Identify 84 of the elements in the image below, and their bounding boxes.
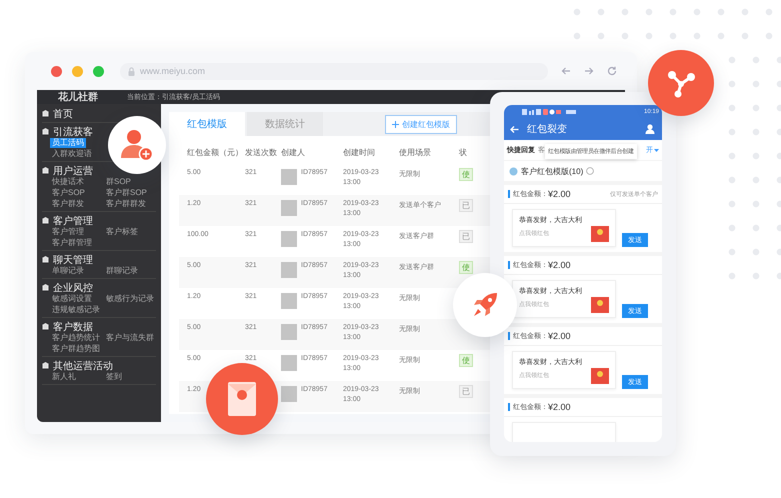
amount-value: ¥2.00 xyxy=(548,402,571,412)
amount-value: ¥2.00 xyxy=(548,331,571,341)
sidebar-item[interactable]: 客户群SOP xyxy=(104,188,149,198)
status-tag: 使 xyxy=(459,261,473,274)
section-icon xyxy=(42,323,49,330)
user-icon[interactable] xyxy=(645,124,655,134)
section-icon xyxy=(42,128,49,135)
sidebar-section[interactable]: 聊天管理 xyxy=(42,253,93,266)
section-title: 客户红包模版(10) xyxy=(521,166,584,176)
sidebar-section[interactable]: 客户管理 xyxy=(42,214,93,227)
back-arrow-icon[interactable] xyxy=(561,66,571,76)
sidebar-item[interactable]: 客户群管理 xyxy=(50,238,94,248)
sidebar-item[interactable]: 客户群群发 xyxy=(104,199,148,209)
sidebar-item[interactable]: 入群欢迎语 xyxy=(50,149,94,159)
caret-icon xyxy=(654,148,659,152)
sidebar-item[interactable]: 客户趋势统计 xyxy=(50,333,102,343)
sidebar-item[interactable]: 客户SOP xyxy=(50,188,87,198)
sidebar-item[interactable]: 违规敏感记录 xyxy=(50,305,102,315)
sidebar-section[interactable]: 其他运营活动 xyxy=(42,359,113,372)
avatar-placeholder xyxy=(281,200,297,216)
sidebar-item[interactable]: 快捷话术 xyxy=(50,177,86,187)
sidebar-item[interactable]: 客户群发 xyxy=(50,199,86,209)
sidebar-item[interactable]: 客户管理 xyxy=(50,227,86,237)
sidebar-section[interactable]: 引流获客 xyxy=(42,125,93,138)
rocket-icon xyxy=(471,291,499,319)
section-icon xyxy=(42,284,49,291)
envelope-icon xyxy=(591,297,609,313)
forward-arrow-icon[interactable] xyxy=(584,66,594,76)
sidebar-item[interactable]: 客户标签 xyxy=(104,227,140,237)
sidebar-item[interactable]: 群SOP xyxy=(104,177,133,187)
minimize-window-button[interactable] xyxy=(72,66,83,76)
status-tag: 已 xyxy=(459,230,473,243)
section-icon xyxy=(42,256,49,263)
avatar-placeholder xyxy=(281,324,297,340)
help-icon[interactable] xyxy=(586,167,594,175)
column-header: 创建时间 xyxy=(342,147,376,158)
sidebar-item[interactable]: 员工活码 xyxy=(50,138,86,148)
add-user-icon xyxy=(120,128,154,162)
sidebar-item[interactable]: 签到 xyxy=(104,372,124,382)
lock-icon xyxy=(128,66,135,76)
section-icon xyxy=(42,217,49,224)
sidebar-section[interactable]: 客户数据 xyxy=(42,320,93,333)
envelope-icon xyxy=(591,368,609,384)
reload-icon[interactable] xyxy=(607,66,617,76)
sidebar-item[interactable]: 新人礼 xyxy=(50,372,78,382)
section-icon xyxy=(42,167,49,174)
avatar-placeholder xyxy=(281,169,297,185)
sidebar-item[interactable]: 群聊记录 xyxy=(104,266,140,276)
avatar-placeholder xyxy=(281,262,297,278)
sidebar-item[interactable]: 敏感词设置 xyxy=(50,294,94,304)
template-icon xyxy=(509,166,518,176)
avatar-placeholder xyxy=(281,386,297,402)
status-tag: 已 xyxy=(459,385,473,398)
sidebar-section[interactable]: 企业风控 xyxy=(42,281,93,294)
status-tag: 使 xyxy=(459,354,473,367)
close-window-button[interactable] xyxy=(51,66,62,76)
status-tag: 使 xyxy=(459,168,473,181)
section-icon xyxy=(42,362,49,369)
envelope-icon xyxy=(228,382,256,416)
sidebar-item[interactable]: 敏感行为记录 xyxy=(104,294,156,304)
status-tag: 已 xyxy=(459,199,473,212)
column-header: 状 xyxy=(458,147,468,158)
sidebar-item[interactable]: 客户与流失群 xyxy=(104,333,156,343)
sidebar-section[interactable]: 用户运营 xyxy=(42,164,93,177)
column-header: 红包金额（元） xyxy=(186,147,237,158)
amount-value: ¥2.00 xyxy=(548,189,571,199)
sidebar-item[interactable]: 客户群趋势图 xyxy=(50,344,102,354)
create-template-button[interactable]: 创建红包模版 xyxy=(385,114,457,134)
section-icon xyxy=(42,110,49,117)
avatar-placeholder xyxy=(281,355,297,371)
column-header: 使用场景 xyxy=(398,147,432,158)
maximize-window-button[interactable] xyxy=(93,66,104,76)
tab[interactable]: 红包模版 xyxy=(169,112,245,136)
brand-name: 花儿社群 xyxy=(57,90,99,104)
network-icon xyxy=(666,68,696,98)
avatar-placeholder xyxy=(281,293,297,309)
screen-title: 红包裂变 xyxy=(527,122,568,136)
sidebar-item[interactable]: 单聊记录 xyxy=(50,266,86,276)
plus-icon xyxy=(392,120,399,128)
sidebar-section[interactable]: 首页 xyxy=(42,107,73,120)
avatar-placeholder xyxy=(281,231,297,247)
amount-value: ¥2.00 xyxy=(548,260,571,270)
status-icons-drawing xyxy=(522,108,578,114)
envelope-icon xyxy=(591,226,609,242)
